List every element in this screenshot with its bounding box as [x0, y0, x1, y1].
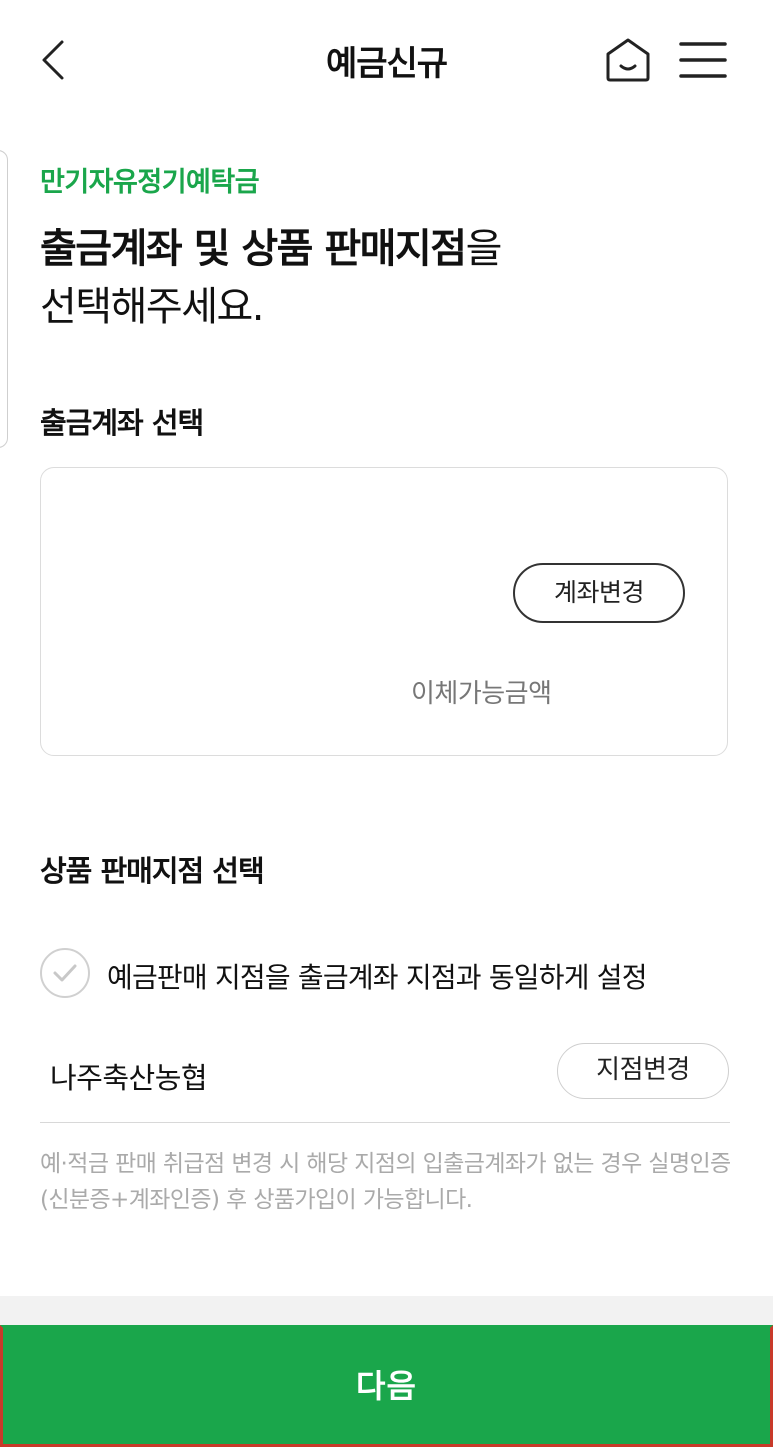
same-branch-checkbox[interactable] — [40, 948, 90, 998]
change-account-button[interactable]: 계좌변경 — [513, 563, 685, 623]
product-name: 만기자유정기예탁금 — [40, 167, 260, 198]
available-amount-label: 이체가능금액 — [411, 679, 552, 709]
app-header: 예금신규 — [0, 0, 773, 120]
home-icon — [606, 38, 650, 82]
checkmark-icon — [53, 964, 77, 982]
page-headline: 출금계좌 및 상품 판매지점을 선택해주세요. — [40, 220, 740, 336]
menu-button[interactable] — [674, 32, 732, 88]
hamburger-menu-icon — [679, 42, 727, 78]
branch-name: 나주축산농협 — [50, 1061, 208, 1095]
same-branch-checkbox-row[interactable]: 예금판매 지점을 출금계좌 지점과 동일하게 설정 — [40, 948, 740, 1000]
next-button-label: 다음 — [356, 1367, 417, 1405]
withdrawal-account-card[interactable]: 계좌변경 이체가능금액 — [40, 467, 728, 756]
page-title: 예금신규 — [325, 44, 448, 84]
branch-change-notice: 예·적금 판매 취급점 변경 시 해당 지점의 입출금계좌가 없는 경우 실명인… — [40, 1151, 731, 1213]
previous-card-edge — [0, 150, 8, 448]
next-button[interactable]: 다음 — [0, 1325, 773, 1447]
same-branch-checkbox-label[interactable]: 예금판매 지점을 출금계좌 지점과 동일하게 설정 — [107, 956, 648, 996]
branch-row: 나주축산농협 지점변경 — [40, 1040, 730, 1123]
branch-section-label: 상품 판매지점 선택 — [40, 854, 265, 888]
headline-line2: 선택해주세요. — [40, 284, 265, 330]
home-button[interactable] — [600, 32, 656, 88]
change-branch-button[interactable]: 지점변경 — [557, 1043, 729, 1099]
headline-bold-text: 출금계좌 및 상품 판매지점 — [40, 226, 467, 272]
headline-particle: 을 — [465, 226, 503, 272]
account-section-label: 출금계좌 선택 — [40, 406, 204, 440]
